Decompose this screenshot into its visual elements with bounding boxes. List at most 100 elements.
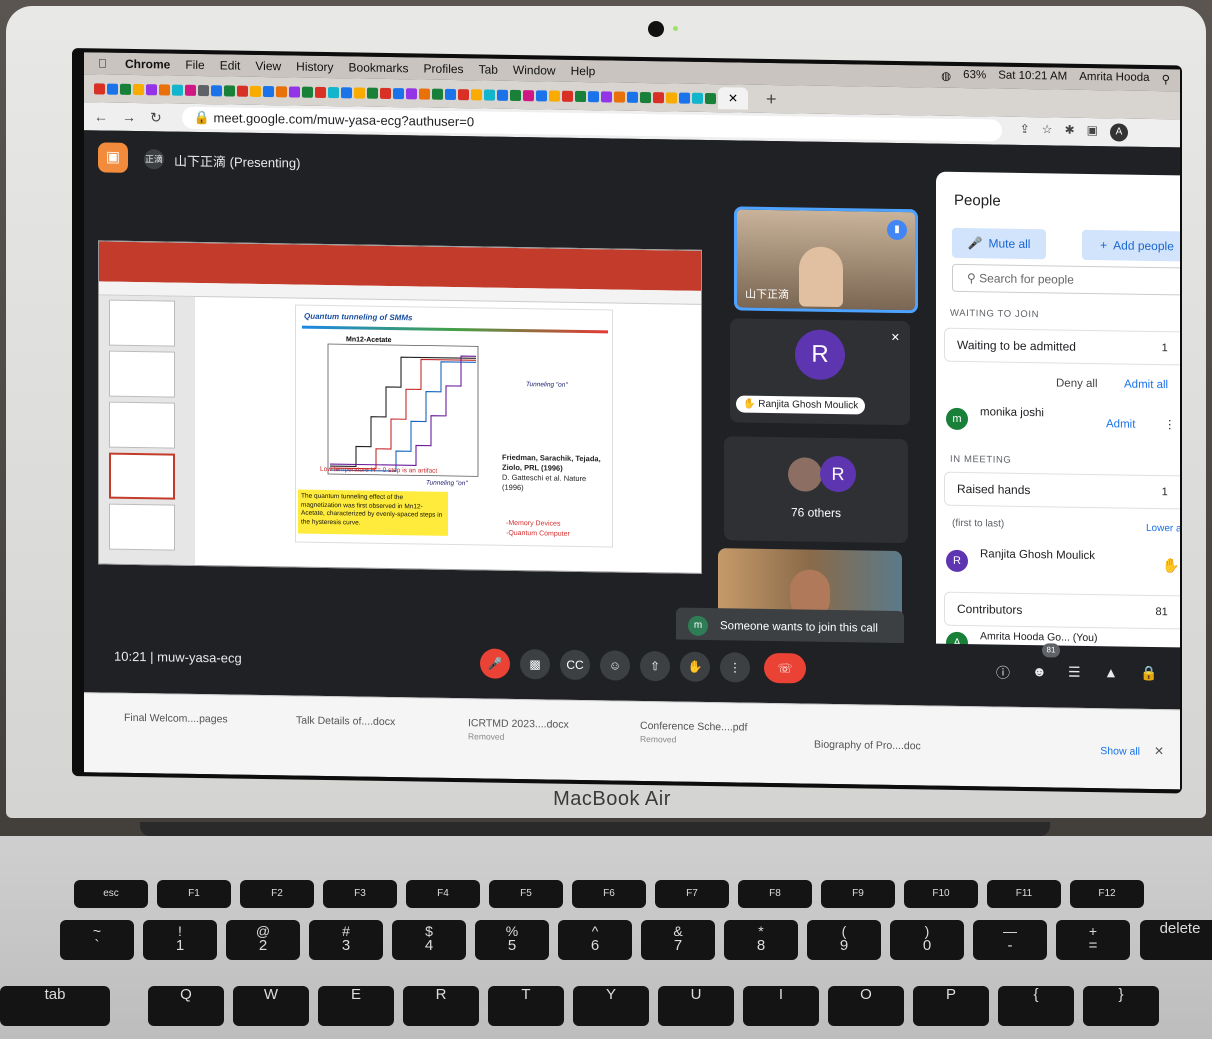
tab-favicon[interactable] xyxy=(237,85,248,97)
tab-favicon[interactable] xyxy=(614,91,625,103)
info-icon[interactable]: ⓘ xyxy=(996,663,1010,683)
key-t[interactable]: T xyxy=(488,986,564,1026)
menu-help[interactable]: Help xyxy=(571,64,596,78)
key-w[interactable]: W xyxy=(233,986,309,1026)
active-tab-close-icon[interactable]: ✕ xyxy=(718,87,748,110)
tab-favicon[interactable] xyxy=(640,91,651,103)
tab-favicon[interactable] xyxy=(263,85,274,97)
tab-favicon[interactable] xyxy=(484,88,495,101)
tab-favicon[interactable] xyxy=(458,88,469,100)
menu-file[interactable]: File xyxy=(185,58,204,72)
tab-favicon[interactable] xyxy=(107,83,118,95)
tab-favicon[interactable] xyxy=(393,87,404,99)
key-4[interactable]: $4 xyxy=(392,920,466,960)
tab-favicon[interactable] xyxy=(315,86,326,98)
key-f9[interactable]: F9 xyxy=(821,880,895,908)
waiting-group[interactable]: Waiting to be admitted 1 ⌃ xyxy=(944,327,1180,366)
menu-profiles[interactable]: Profiles xyxy=(424,62,464,77)
tab-favicon[interactable] xyxy=(341,86,352,98)
key-u[interactable]: U xyxy=(658,986,734,1026)
add-people-button[interactable]: + Add people xyxy=(1082,229,1180,262)
download-item[interactable]: Conference Sche....pdf Removed xyxy=(640,720,747,746)
raise-hand-button[interactable]: ✋ xyxy=(680,651,710,683)
key-9[interactable]: (9 xyxy=(807,920,881,960)
tab-favicon[interactable] xyxy=(666,91,677,104)
close-icon[interactable]: ✕ xyxy=(1154,744,1164,758)
tab-favicon[interactable] xyxy=(601,90,612,102)
raised-hands-group[interactable]: Raised hands 1 ⌃ xyxy=(944,471,1180,510)
key-esc[interactable]: esc xyxy=(74,880,148,908)
key-3[interactable]: #3 xyxy=(309,920,383,960)
download-item[interactable]: Final Welcom....pages xyxy=(124,712,228,726)
menu-tab[interactable]: Tab xyxy=(479,62,498,76)
key-=[interactable]: + = xyxy=(1056,920,1130,960)
key--[interactable]: — - xyxy=(973,920,1047,960)
tab-favicon[interactable] xyxy=(172,84,183,96)
download-item[interactable]: Biography of Pro....doc xyxy=(814,739,921,753)
tab-favicon[interactable] xyxy=(224,84,235,97)
tab-favicon[interactable] xyxy=(211,84,222,96)
tab-favicon[interactable] xyxy=(367,87,378,99)
leave-call-button[interactable]: ☏ xyxy=(764,652,806,684)
key-5[interactable]: % 5 xyxy=(475,920,549,960)
key-p[interactable]: P xyxy=(913,986,989,1026)
tab-favicon[interactable] xyxy=(94,82,105,95)
tab-favicon[interactable] xyxy=(432,88,443,100)
spotlight-icon[interactable]: ⚲ xyxy=(1162,72,1170,86)
tab-favicon[interactable] xyxy=(471,88,482,100)
key-i[interactable]: I xyxy=(743,986,819,1026)
tab-favicon[interactable] xyxy=(536,89,547,101)
present-button[interactable]: ⇧ xyxy=(640,650,670,682)
menu-chrome[interactable]: Chrome xyxy=(125,57,170,72)
tab-favicon[interactable] xyxy=(302,86,313,98)
wifi-icon[interactable]: ◍ xyxy=(941,69,951,83)
search-people-input[interactable]: ⚲ Search for people xyxy=(952,263,1180,296)
tab-favicon[interactable] xyxy=(562,90,573,102)
tab-favicon[interactable] xyxy=(419,87,430,100)
profile-avatar[interactable]: A xyxy=(1109,123,1128,142)
host-controls-icon[interactable]: 🔒 xyxy=(1140,665,1157,682)
apple-icon[interactable]:  xyxy=(98,56,107,70)
tab-favicon[interactable] xyxy=(523,89,534,101)
menu-history[interactable]: History xyxy=(296,60,333,75)
key-2[interactable]: @2 xyxy=(226,920,300,960)
key-r[interactable]: R xyxy=(403,986,479,1026)
new-tab-icon[interactable]: + xyxy=(766,88,777,109)
extensions-icon[interactable]: ✱ xyxy=(1065,123,1075,141)
back-icon[interactable]: ← xyxy=(94,108,108,124)
mic-off-button[interactable]: 🎤 xyxy=(480,648,510,679)
raised-hand-icon[interactable]: ✋ xyxy=(1162,557,1179,574)
key-f10[interactable]: F10 xyxy=(904,880,978,908)
others-tile[interactable]: R 76 others xyxy=(724,436,908,544)
admit-all-button[interactable]: Admit all xyxy=(1124,379,1168,392)
menu-user[interactable]: Amrita Hooda xyxy=(1079,71,1149,86)
emoji-button[interactable]: ☺ xyxy=(600,650,630,681)
lower-all-button[interactable]: Lower all xyxy=(1146,523,1180,535)
key-`[interactable]: ~ ` xyxy=(60,920,134,960)
participant-tile-presenter[interactable]: ▮ 山下正滴 xyxy=(734,206,918,314)
tab-favicon[interactable] xyxy=(627,91,638,103)
tab-favicon[interactable] xyxy=(120,83,131,95)
menu-window[interactable]: Window xyxy=(513,63,556,78)
mute-all-button[interactable]: 🎤 Mute all xyxy=(952,227,1046,260)
tab-favicon[interactable] xyxy=(497,89,508,101)
share-icon[interactable]: ⇪ xyxy=(1020,122,1030,140)
menu-bookmarks[interactable]: Bookmarks xyxy=(349,60,409,75)
key-o[interactable]: O xyxy=(828,986,904,1026)
tab-favicon[interactable] xyxy=(679,92,690,104)
tab-favicon[interactable] xyxy=(575,90,586,102)
tab-favicon[interactable] xyxy=(146,83,157,95)
reload-icon[interactable]: ↻ xyxy=(150,109,162,126)
key-f1[interactable]: F1 xyxy=(157,880,231,908)
key-1[interactable]: ! 1 xyxy=(143,920,217,960)
key-7[interactable]: & 7 xyxy=(641,920,715,960)
key-0[interactable]: ) 0 xyxy=(890,920,964,960)
sidepanel-icon[interactable]: ▣ xyxy=(1087,123,1098,141)
key-}[interactable]: } xyxy=(1083,986,1159,1026)
menu-clock[interactable]: Sat 10:21 AM xyxy=(998,70,1067,85)
key-y[interactable]: Y xyxy=(573,986,649,1026)
activities-icon[interactable]: ▲ xyxy=(1104,664,1118,680)
key-8[interactable]: * 8 xyxy=(724,920,798,960)
tab-favicon[interactable] xyxy=(510,89,521,101)
tab-favicon[interactable] xyxy=(380,87,391,99)
